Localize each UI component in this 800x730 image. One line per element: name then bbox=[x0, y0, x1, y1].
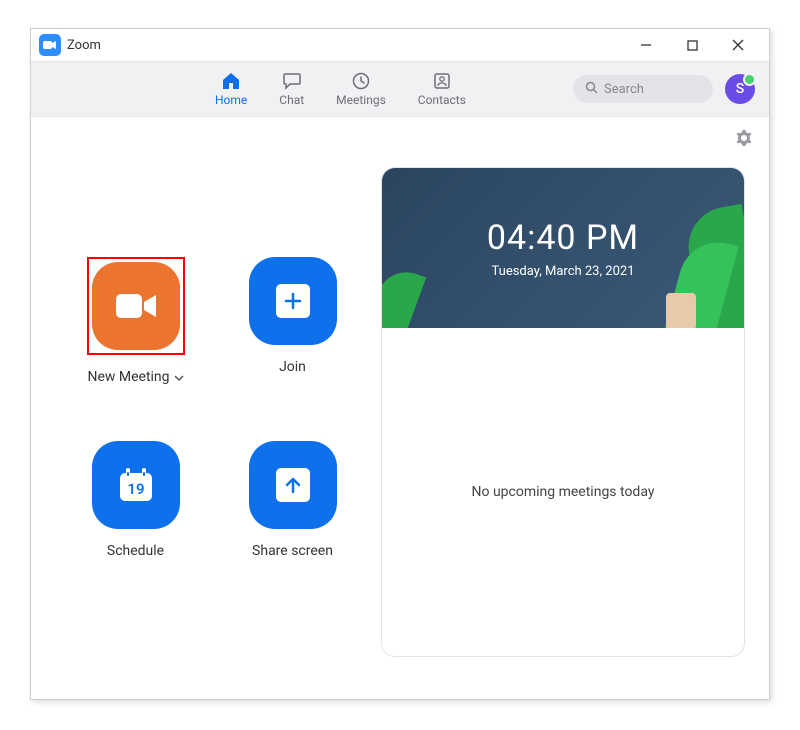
action-share-screen: Share screen bbox=[224, 441, 361, 559]
decor-pot bbox=[666, 293, 696, 328]
home-icon bbox=[221, 71, 241, 91]
meetings-card: 04:40 PM Tuesday, March 23, 2021 No upco… bbox=[381, 167, 745, 657]
app-title: Zoom bbox=[67, 38, 101, 53]
tab-label: Contacts bbox=[418, 93, 466, 107]
arrow-up-icon bbox=[276, 468, 310, 502]
right-panel: 04:40 PM Tuesday, March 23, 2021 No upco… bbox=[381, 117, 769, 699]
title-bar: Zoom bbox=[31, 29, 769, 61]
search-placeholder: Search bbox=[604, 82, 644, 97]
chat-icon bbox=[282, 71, 302, 91]
tab-label: Home bbox=[215, 93, 247, 107]
search-input[interactable]: Search bbox=[573, 75, 713, 103]
action-join: Join bbox=[224, 257, 361, 385]
join-button[interactable] bbox=[249, 257, 337, 345]
tab-chat[interactable]: Chat bbox=[279, 71, 304, 107]
content-area: New Meeting Join bbox=[31, 117, 769, 699]
tab-label: Meetings bbox=[336, 93, 386, 107]
app-icon bbox=[39, 34, 61, 56]
calendar-icon: 19 bbox=[112, 461, 160, 509]
action-label: Join bbox=[279, 359, 306, 375]
app-window: Zoom Home Chat Meetings Contacts bbox=[30, 28, 770, 700]
tab-contacts[interactable]: Contacts bbox=[418, 71, 466, 107]
action-label: Share screen bbox=[252, 543, 333, 559]
search-icon bbox=[585, 81, 598, 98]
maximize-button[interactable] bbox=[669, 30, 715, 60]
window-controls bbox=[623, 30, 761, 60]
tab-home[interactable]: Home bbox=[215, 71, 247, 107]
highlight-box bbox=[87, 257, 185, 355]
clock-card-header: 04:40 PM Tuesday, March 23, 2021 bbox=[382, 168, 744, 328]
close-button[interactable] bbox=[715, 30, 761, 60]
empty-message: No upcoming meetings today bbox=[472, 484, 655, 500]
schedule-button[interactable]: 19 bbox=[92, 441, 180, 529]
contacts-icon bbox=[433, 71, 451, 91]
clock-time: 04:40 PM bbox=[487, 218, 639, 258]
chevron-down-icon bbox=[174, 369, 184, 385]
video-icon bbox=[114, 290, 158, 322]
svg-text:19: 19 bbox=[127, 480, 144, 498]
minimize-button[interactable] bbox=[623, 30, 669, 60]
decor-leaf bbox=[382, 264, 426, 328]
share-screen-button[interactable] bbox=[249, 441, 337, 529]
gear-icon bbox=[735, 129, 753, 147]
settings-button[interactable] bbox=[735, 129, 753, 151]
action-label: Schedule bbox=[107, 543, 164, 559]
user-avatar[interactable]: S bbox=[725, 74, 755, 104]
upcoming-meetings: No upcoming meetings today bbox=[382, 328, 744, 656]
plus-icon bbox=[276, 284, 310, 318]
nav-tabs: Home Chat Meetings Contacts bbox=[215, 71, 466, 107]
tab-label: Chat bbox=[279, 93, 304, 107]
action-new-meeting: New Meeting bbox=[67, 257, 204, 385]
toolbar: Home Chat Meetings Contacts Search S bbox=[31, 61, 769, 117]
clock-date: Tuesday, March 23, 2021 bbox=[492, 264, 635, 279]
avatar-initial: S bbox=[736, 81, 744, 97]
action-label[interactable]: New Meeting bbox=[87, 369, 183, 385]
new-meeting-button[interactable] bbox=[92, 262, 180, 350]
action-grid: New Meeting Join bbox=[31, 117, 381, 699]
action-schedule: 19 Schedule bbox=[67, 441, 204, 559]
clock-icon bbox=[352, 71, 370, 91]
tab-meetings[interactable]: Meetings bbox=[336, 71, 386, 107]
